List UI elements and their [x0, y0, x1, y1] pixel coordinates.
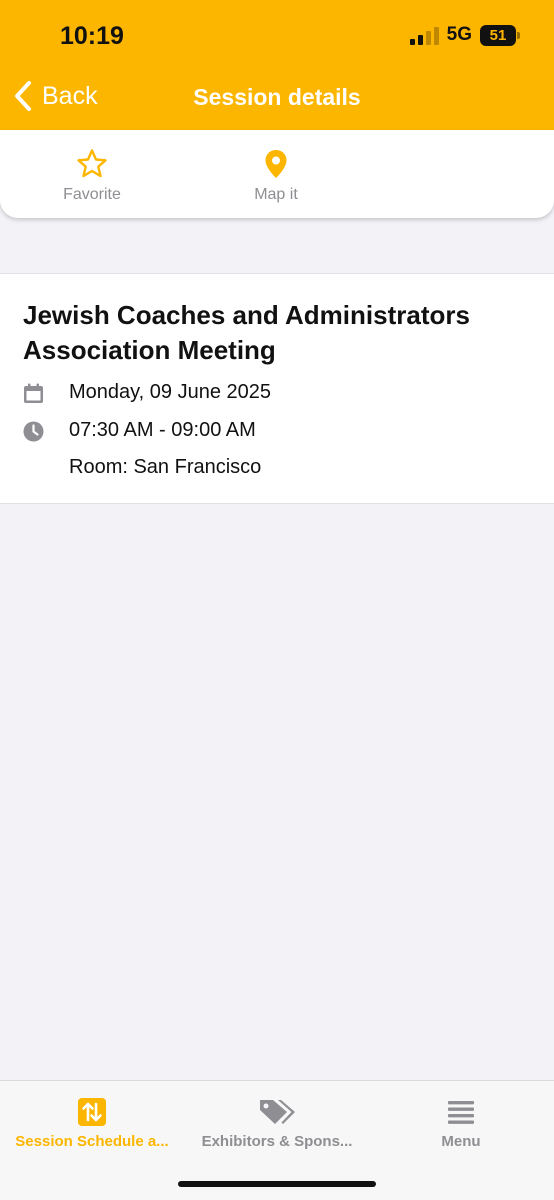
- tab-session-schedule[interactable]: Session Schedule a...: [0, 1097, 184, 1150]
- battery-icon: 51: [480, 24, 520, 46]
- menu-icon: [448, 1101, 474, 1124]
- tab-label-menu: Menu: [441, 1133, 481, 1150]
- map-it-label: Map it: [254, 186, 298, 203]
- favorite-button[interactable]: Favorite: [32, 148, 152, 204]
- home-indicator[interactable]: [178, 1181, 376, 1187]
- page-title: Session details: [193, 84, 361, 110]
- status-time: 10:19: [60, 22, 124, 50]
- favorite-label: Favorite: [63, 186, 121, 203]
- session-room: Room: San Francisco: [69, 456, 262, 478]
- tab-label-session-schedule: Session Schedule a...: [15, 1133, 169, 1150]
- status-indicators: 5G 51: [409, 24, 520, 46]
- battery-level: 51: [489, 26, 507, 44]
- sort-arrows-icon: [78, 1098, 106, 1126]
- calendar-icon: [24, 383, 43, 403]
- session-time-row: 07:30 AM - 09:00 AM: [23, 419, 256, 442]
- network-label: 5G: [446, 24, 472, 45]
- header: 10:19 5G 51 Back Session details: [0, 0, 554, 130]
- action-bar: Favorite Map it: [0, 130, 554, 218]
- session-date-row: Monday, 09 June 2025: [23, 381, 271, 404]
- tags-icon: [260, 1100, 295, 1124]
- session-date: Monday, 09 June 2025: [69, 381, 272, 403]
- app-screen: 10:19 5G 51 Back Session details Favorit…: [0, 0, 554, 1200]
- tab-menu[interactable]: Menu: [369, 1097, 553, 1150]
- star-icon: [77, 149, 107, 178]
- session-time: 07:30 AM - 09:00 AM: [69, 419, 256, 441]
- tab-label-exhibitors: Exhibitors & Spons...: [201, 1133, 353, 1150]
- map-it-button[interactable]: Map it: [216, 148, 336, 204]
- signal-icon: [409, 25, 439, 45]
- clock-icon: [23, 421, 44, 442]
- session-title: Jewish Coaches and Administrators Associ…: [23, 300, 470, 365]
- map-pin-icon: [265, 150, 287, 178]
- session-card: Jewish Coaches and Administrators Associ…: [0, 273, 554, 504]
- tab-exhibitors[interactable]: Exhibitors & Spons...: [185, 1097, 369, 1150]
